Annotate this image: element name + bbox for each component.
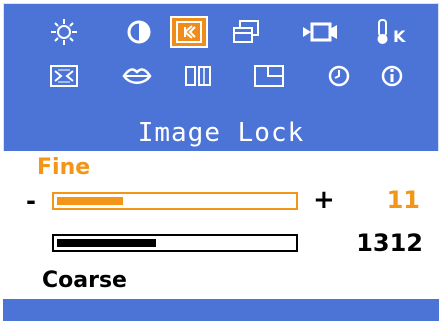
image-size-icon[interactable] xyxy=(47,62,81,90)
svg-text:K: K xyxy=(393,27,406,46)
split-screen-icon[interactable] xyxy=(182,62,216,90)
menu-title: Image Lock xyxy=(137,118,305,148)
coarse-value: 1312 xyxy=(356,229,423,257)
pip-icon[interactable] xyxy=(252,62,286,90)
image-lock-icon[interactable] xyxy=(170,16,208,48)
fine-label: Fine xyxy=(37,155,91,180)
osd-footer xyxy=(3,299,439,321)
fine-value: 11 xyxy=(386,186,420,214)
fine-slider[interactable] xyxy=(52,192,298,210)
fine-slider-fill xyxy=(57,197,124,205)
brightness-icon[interactable] xyxy=(47,18,81,46)
osd-menu: K Image Lock Fine - + 11 1312 Coarse xyxy=(0,0,445,327)
video-icon[interactable] xyxy=(300,18,340,46)
contrast-icon[interactable] xyxy=(122,18,156,46)
coarse-slider-fill xyxy=(57,239,157,247)
fine-decrease[interactable]: - xyxy=(26,187,36,215)
sharpness-icon[interactable] xyxy=(120,62,154,90)
coarse-label: Coarse xyxy=(42,268,127,293)
position-icon[interactable] xyxy=(229,18,263,46)
clock-icon[interactable] xyxy=(322,62,356,90)
information-icon[interactable] xyxy=(375,62,409,90)
color-temperature-icon[interactable]: K xyxy=(372,18,412,46)
coarse-slider[interactable] xyxy=(52,234,298,252)
fine-increase[interactable]: + xyxy=(313,185,335,215)
